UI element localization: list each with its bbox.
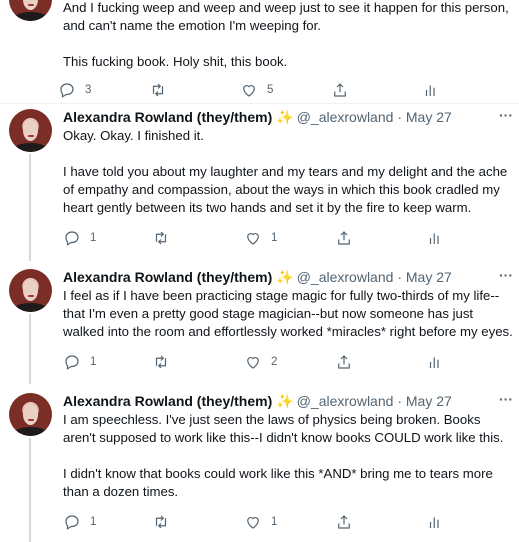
retweet-button[interactable]: [152, 352, 170, 372]
display-name[interactable]: Alexandra Rowland (they/them): [63, 393, 272, 409]
tweet-paragraph: This fucking book. Holy shit, this book.: [63, 54, 288, 69]
more-icon[interactable]: ···: [499, 267, 513, 283]
retweet-icon: [155, 515, 167, 529]
analytics-icon: [429, 357, 439, 368]
thread-line: [29, 154, 31, 261]
tweet-actions: 1 1: [58, 512, 478, 532]
divider: [0, 103, 519, 104]
thread-line: [29, 314, 31, 384]
analytics-icon: [425, 85, 435, 96]
sparkle-emoji: ✨: [276, 109, 294, 125]
like-count: 1: [271, 232, 278, 244]
tweet-text: Okay. Okay. I finished it. I have told y…: [63, 127, 515, 217]
display-name[interactable]: Alexandra Rowland (they/them): [63, 269, 272, 285]
tweet-date[interactable]: May 27: [406, 109, 452, 125]
reply-button[interactable]: 1: [63, 512, 96, 532]
tweet-text: I am speechless. I've just seen the laws…: [63, 411, 515, 501]
retweet-icon: [152, 83, 164, 97]
reply-icon: [65, 355, 79, 370]
reply-button[interactable]: 1: [63, 228, 96, 248]
reply-button[interactable]: 3: [58, 80, 91, 100]
like-button[interactable]: 1: [244, 512, 277, 532]
tweet-actions: 3 5: [58, 80, 478, 100]
avatar[interactable]: [9, 269, 52, 312]
reply-count: 1: [90, 356, 97, 368]
analytics-button[interactable]: [422, 80, 440, 100]
separator-dot: ·: [397, 393, 402, 409]
more-icon[interactable]: ···: [499, 391, 513, 407]
reply-count: 3: [85, 84, 92, 96]
tweet-header: Alexandra Rowland (they/them) ✨ @_alexrowl…: [63, 267, 513, 287]
reply-count: 1: [90, 232, 97, 244]
reply-icon: [65, 231, 79, 246]
separator-dot: ·: [397, 269, 402, 285]
tweet-paragraph: I didn't know that books could work like…: [63, 466, 493, 499]
tweet-paragraph: I have told you about my laughter and my…: [63, 164, 508, 215]
tweet-header: Alexandra Rowland (they/them) ✨ @_alexrowl…: [63, 107, 513, 127]
tweet-actions: 1 2: [58, 352, 478, 372]
share-button[interactable]: [335, 352, 353, 372]
retweet-icon: [155, 231, 167, 245]
analytics-button[interactable]: [426, 228, 444, 248]
tweet-header: Alexandra Rowland (they/them) ✨ @_alexrowl…: [63, 391, 513, 411]
analytics-button[interactable]: [426, 512, 444, 532]
thread-line: [29, 438, 31, 542]
tweet-paragraph: I am speechless. I've just seen the laws…: [63, 412, 504, 445]
tweet-text: I feel as if I have been practicing stag…: [63, 287, 515, 341]
like-icon: [247, 517, 259, 529]
like-button[interactable]: 2: [244, 352, 277, 372]
separator-dot: ·: [397, 109, 402, 125]
tweet-paragraph: Okay. Okay. I finished it.: [63, 128, 204, 143]
sparkle-emoji: ✨: [276, 269, 294, 285]
reply-icon: [60, 83, 74, 98]
share-icon: [338, 355, 350, 369]
share-button[interactable]: [331, 80, 349, 100]
tweet-paragraph: I feel as if I have been practicing stag…: [63, 288, 513, 339]
reply-button[interactable]: 1: [63, 352, 96, 372]
user-handle[interactable]: @_alexrowland: [297, 109, 394, 125]
share-icon: [338, 515, 350, 529]
like-count: 1: [271, 516, 278, 528]
tweet-date[interactable]: May 27: [406, 269, 452, 285]
share-button[interactable]: [335, 512, 353, 532]
share-button[interactable]: [335, 228, 353, 248]
tweet-paragraph: And I fucking weep and weep and weep jus…: [63, 0, 509, 33]
like-count: 5: [267, 84, 274, 96]
like-button[interactable]: 5: [240, 80, 273, 100]
sparkle-emoji: ✨: [276, 393, 294, 409]
like-icon: [247, 233, 259, 245]
tweet-date[interactable]: May 27: [406, 393, 452, 409]
avatar[interactable]: [9, 393, 52, 436]
retweet-icon: [155, 355, 167, 369]
like-icon: [243, 85, 255, 97]
user-handle[interactable]: @_alexrowland: [297, 269, 394, 285]
avatar[interactable]: [9, 0, 52, 21]
avatar[interactable]: [9, 109, 52, 152]
tweet-actions: 1 1: [58, 228, 478, 248]
more-icon[interactable]: ···: [499, 107, 513, 123]
like-button[interactable]: 1: [244, 228, 277, 248]
display-name[interactable]: Alexandra Rowland (they/them): [63, 109, 272, 125]
share-icon: [334, 83, 346, 97]
reply-count: 1: [90, 516, 97, 528]
like-icon: [247, 357, 259, 369]
retweet-button[interactable]: [152, 512, 170, 532]
analytics-button[interactable]: [426, 352, 444, 372]
reply-icon: [65, 515, 79, 530]
retweet-button[interactable]: [152, 228, 170, 248]
like-count: 2: [271, 356, 278, 368]
analytics-icon: [429, 517, 439, 528]
share-icon: [338, 231, 350, 245]
tweet-text: And I fucking weep and weep and weep jus…: [63, 0, 515, 71]
user-handle[interactable]: @_alexrowland: [297, 393, 394, 409]
analytics-icon: [429, 233, 439, 244]
retweet-button[interactable]: [149, 80, 167, 100]
